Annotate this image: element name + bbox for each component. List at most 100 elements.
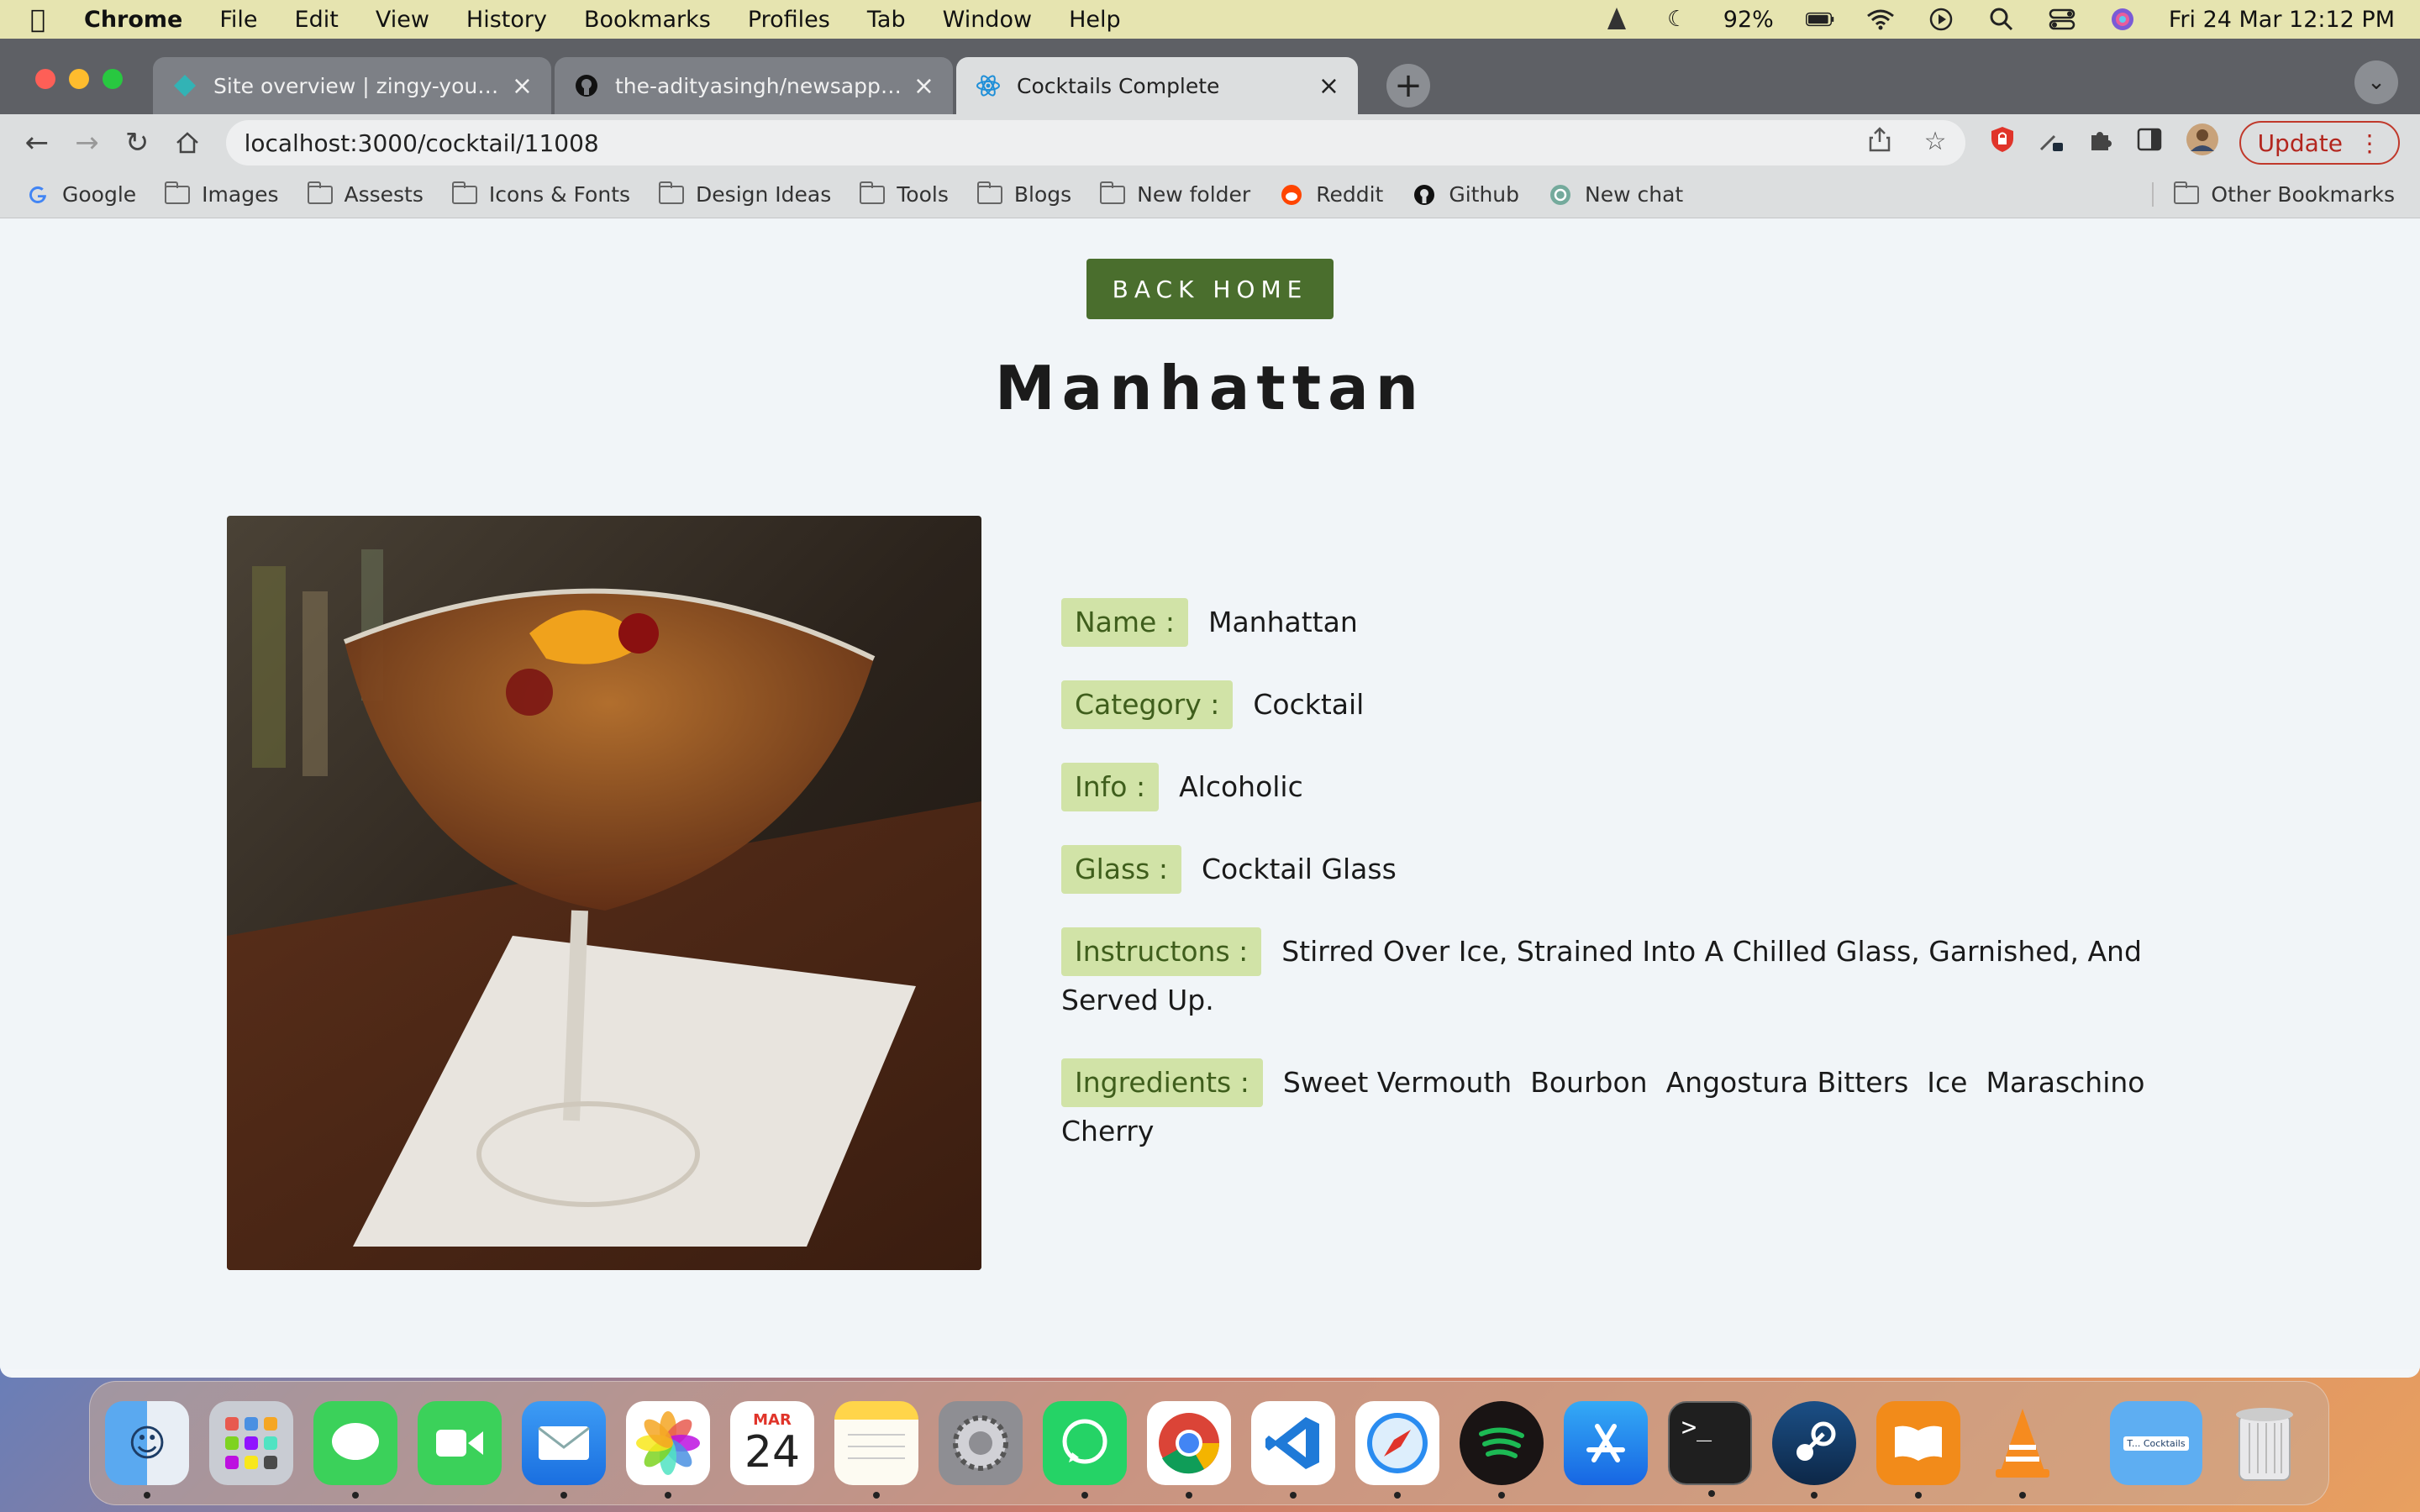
detail-info-row: Info : Alcoholic: [1061, 763, 2204, 811]
app-store-icon[interactable]: [1564, 1401, 1648, 1485]
steam-icon[interactable]: [1772, 1401, 1856, 1499]
extension-icons: [1991, 123, 2219, 163]
calendar-icon[interactable]: MAR 24: [730, 1401, 814, 1485]
tab-title: the-adityasingh/newsapp: A re: [615, 73, 902, 98]
share-icon[interactable]: [1869, 127, 1891, 159]
close-window-button[interactable]: [35, 69, 55, 89]
netlify-icon: [171, 72, 198, 99]
spotify-icon[interactable]: [1460, 1401, 1544, 1499]
address-bar[interactable]: i localhost:3000/cocktail/11008 ☆: [225, 120, 1965, 444]
page-title: Manhattan: [994, 353, 1425, 423]
menu-view[interactable]: View: [376, 7, 429, 33]
menubar-datetime[interactable]: Fri 24 Mar 12:12 PM: [2169, 7, 2395, 33]
siri-icon[interactable]: [2108, 7, 2137, 32]
home-icon[interactable]: [171, 124, 204, 161]
menu-profiles[interactable]: Profiles: [748, 7, 830, 33]
profile-avatar[interactable]: [2186, 123, 2219, 163]
bookmark-folder-tools[interactable]: Tools: [860, 181, 949, 207]
menu-window[interactable]: Window: [943, 7, 1032, 33]
apple-logo-icon[interactable]: : [25, 5, 50, 34]
system-settings-icon[interactable]: [939, 1401, 1023, 1485]
bookmark-folder-new-folder[interactable]: New folder: [1100, 181, 1250, 207]
folder-icon: [451, 181, 477, 205]
menu-tab[interactable]: Tab: [867, 7, 906, 33]
photos-icon[interactable]: [626, 1401, 710, 1499]
bookmark-reddit[interactable]: Reddit: [1279, 182, 1383, 207]
terminal-icon[interactable]: >_: [1668, 1401, 1752, 1497]
bookmark-folder-blogs[interactable]: Blogs: [976, 181, 1071, 207]
close-tab-icon[interactable]: ×: [512, 71, 533, 101]
eyedropper-icon[interactable]: [2038, 126, 2065, 160]
menu-edit[interactable]: Edit: [295, 7, 339, 33]
category-label: Category :: [1061, 680, 1234, 729]
launchpad-icon[interactable]: [209, 1401, 293, 1485]
bookmark-folder-design-ideas[interactable]: Design Ideas: [659, 181, 831, 207]
back-arrow-icon[interactable]: ←: [20, 124, 54, 161]
shield-icon[interactable]: [1991, 126, 2014, 160]
cocktail-image: [227, 516, 981, 1270]
side-panel-icon[interactable]: [2137, 128, 2162, 158]
close-tab-icon[interactable]: ×: [1318, 71, 1339, 101]
close-tab-icon[interactable]: ×: [913, 71, 934, 101]
detail-instructions-row: Instructons : Stirred Over Ice, Strained …: [1061, 927, 2204, 1025]
google-icon: [25, 185, 50, 205]
battery-icon[interactable]: [1805, 7, 1834, 32]
extensions-puzzle-icon[interactable]: [2088, 127, 2113, 159]
back-home-button[interactable]: BACK HOME: [1086, 259, 1334, 319]
bookmark-other-bookmarks[interactable]: Other Bookmarks: [2152, 181, 2395, 207]
menubar-status-area: ☾ 92% Fri 24 Mar 12:12 PM: [1602, 7, 2395, 33]
react-icon: [975, 72, 1002, 99]
bookmark-label: Reddit: [1316, 182, 1384, 207]
bookmark-star-icon[interactable]: ☆: [1924, 127, 1947, 159]
detail-name-row: Name : Manhattan: [1061, 598, 2204, 647]
now-playing-icon[interactable]: [1927, 7, 1955, 32]
bookmark-folder-images[interactable]: Images: [165, 181, 279, 207]
menu-file[interactable]: File: [219, 7, 257, 33]
tab-github-newsapp[interactable]: the-adityasingh/newsapp: A re ×: [555, 57, 953, 114]
trash-icon[interactable]: [2223, 1401, 2307, 1485]
safari-icon[interactable]: [1355, 1401, 1439, 1499]
browser-window: Site overview | zingy-youtiao-f × the-ad…: [0, 39, 2420, 1378]
mail-icon[interactable]: [522, 1401, 606, 1499]
bookmark-new-chat[interactable]: New chat: [1548, 182, 1683, 207]
chrome-icon[interactable]: [1147, 1401, 1231, 1499]
new-tab-button[interactable]: +: [1386, 64, 1430, 108]
finder-icon[interactable]: ☺: [105, 1401, 189, 1499]
vscode-icon[interactable]: [1251, 1401, 1335, 1499]
category-value: Cocktail: [1253, 688, 1365, 721]
whatsapp-icon[interactable]: [1043, 1401, 1127, 1499]
reddit-icon: [1279, 184, 1304, 205]
wifi-icon[interactable]: [1866, 7, 1895, 32]
menu-history[interactable]: History: [466, 7, 547, 33]
control-center-icon[interactable]: [2048, 7, 2076, 32]
bookmark-folder-icons-fonts[interactable]: Icons & Fonts: [451, 181, 630, 207]
menu-help[interactable]: Help: [1069, 7, 1121, 33]
tab-search-chevron-icon[interactable]: ⌄: [2354, 60, 2398, 104]
menu-bookmarks[interactable]: Bookmarks: [584, 7, 711, 33]
folder-icon: [860, 181, 886, 205]
zoom-window-button[interactable]: [103, 69, 123, 89]
minimize-window-button[interactable]: [69, 69, 89, 89]
forward-arrow-icon[interactable]: →: [71, 124, 104, 161]
cocktails-folder-icon[interactable]: T... Cocktails: [2110, 1401, 2202, 1485]
moon-icon[interactable]: ☾: [1663, 7, 1691, 32]
bookmark-folder-assests[interactable]: Assests: [307, 181, 424, 207]
vlc-icon[interactable]: [1981, 1401, 2065, 1499]
menu-app-name[interactable]: Chrome: [84, 7, 182, 33]
reload-icon[interactable]: ↻: [120, 124, 154, 161]
vlc-menubar-icon[interactable]: [1602, 7, 1631, 32]
notes-icon[interactable]: [834, 1401, 918, 1499]
books-icon[interactable]: [1876, 1401, 1960, 1499]
bookmark-label: Images: [202, 182, 279, 207]
update-button[interactable]: Update ⋮: [2238, 121, 2400, 165]
tab-cocktails-complete[interactable]: Cocktails Complete ×: [956, 57, 1358, 114]
facetime-icon[interactable]: [418, 1401, 502, 1485]
bookmark-google[interactable]: Google: [25, 182, 136, 207]
messages-icon[interactable]: [313, 1401, 397, 1499]
spotlight-search-icon[interactable]: [1987, 7, 2016, 32]
folder-icon: [2174, 181, 2200, 205]
tab-site-overview[interactable]: Site overview | zingy-youtiao-f ×: [153, 57, 551, 114]
folder-icon: [165, 181, 191, 205]
bookmark-github[interactable]: Github: [1412, 182, 1519, 207]
update-label: Update: [2257, 129, 2343, 157]
